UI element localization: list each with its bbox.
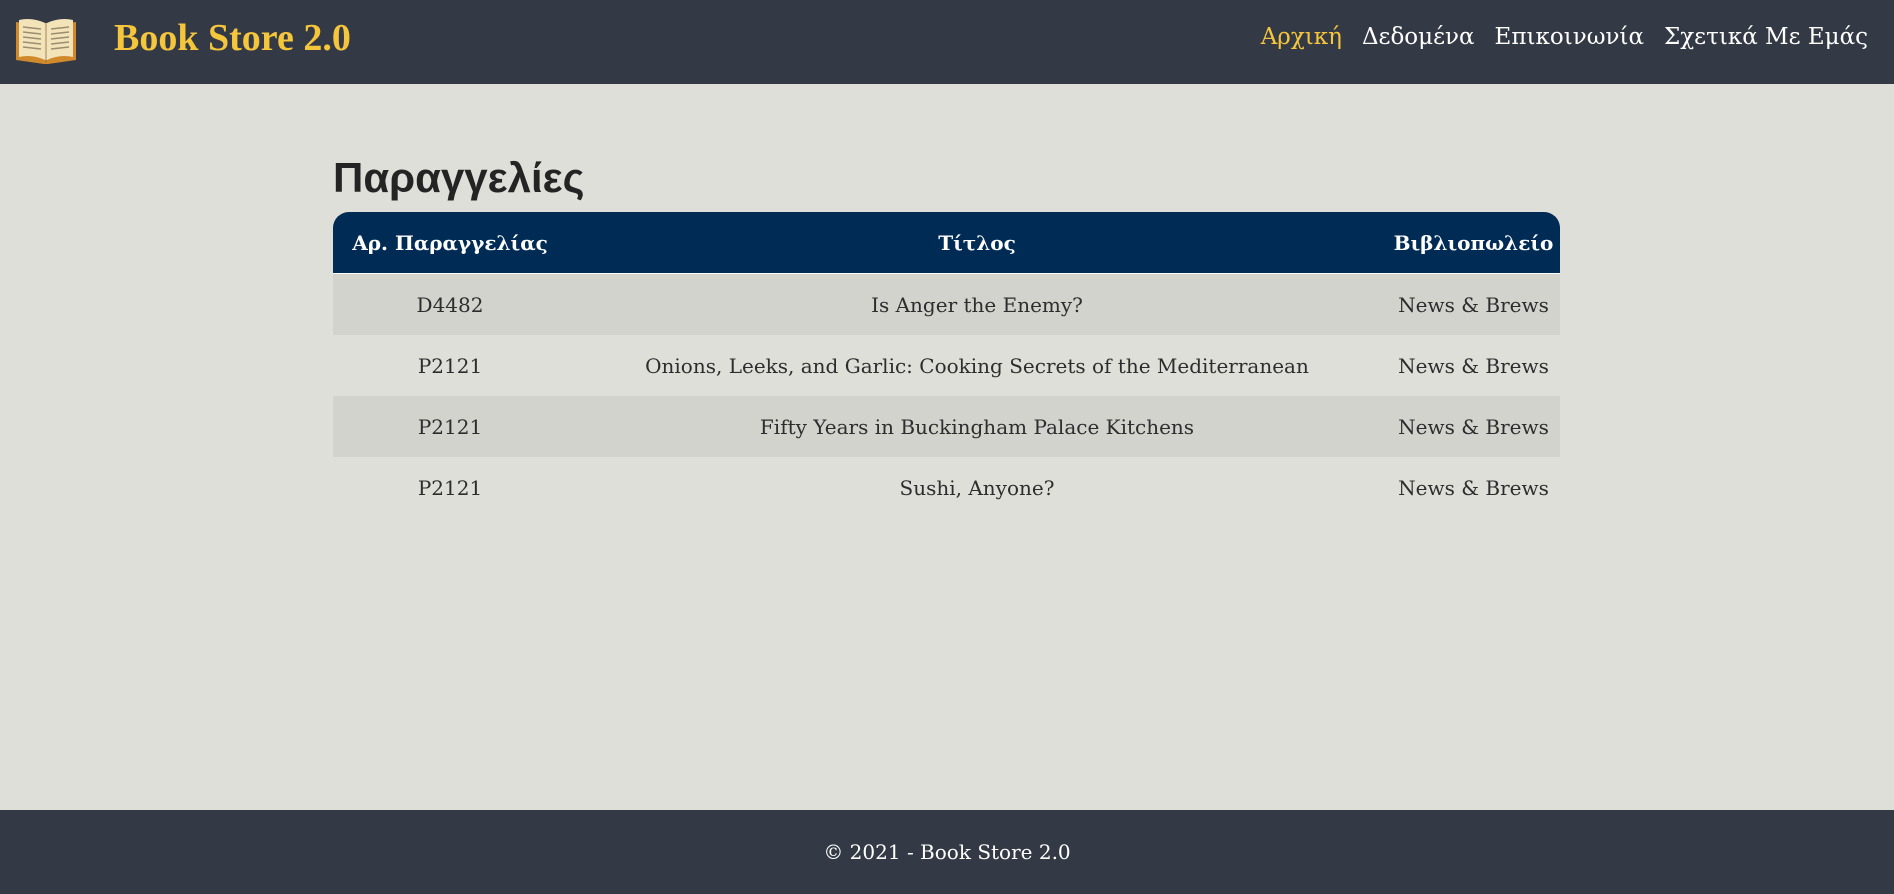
table-header-row: Αρ. Παραγγελίας Τίτλος Βιβλιοπωλείο <box>333 212 1560 274</box>
main-content: Παραγγελίες Αρ. Παραγγελίας Τίτλος Βιβλι… <box>333 150 1560 518</box>
orders-table: Αρ. Παραγγελίας Τίτλος Βιβλιοπωλείο D448… <box>333 212 1560 518</box>
book-title-cell: Onions, Leeks, and Garlic: Cooking Secre… <box>567 335 1387 396</box>
order-number-cell: P2121 <box>333 396 567 457</box>
table-row: P2121 Onions, Leeks, and Garlic: Cooking… <box>333 335 1560 396</box>
order-number-cell: D4482 <box>333 274 567 335</box>
footer: © 2021 - Book Store 2.0 <box>0 810 1894 894</box>
order-number-cell: P2121 <box>333 335 567 396</box>
bookstore-cell: News & Brews <box>1387 274 1560 335</box>
top-navbar: Book Store 2.0 Αρχική Δεδομένα Επικοινων… <box>0 0 1894 84</box>
nav-link-home[interactable]: Αρχική <box>1261 24 1342 50</box>
order-number-cell: P2121 <box>333 457 567 518</box>
table-row: P2121 Sushi, Anyone? News & Brews <box>333 457 1560 518</box>
nav-link-about[interactable]: Σχετικά Με Εμάς <box>1664 24 1868 50</box>
book-title-cell: Sushi, Anyone? <box>567 457 1387 518</box>
page-title: Παραγγελίες <box>333 154 585 201</box>
table-row: P2121 Fifty Years in Buckingham Palace K… <box>333 396 1560 457</box>
nav-link-data[interactable]: Δεδομένα <box>1362 24 1475 50</box>
bookstore-cell: News & Brews <box>1387 335 1560 396</box>
main-nav: Αρχική Δεδομένα Επικοινωνία Σχετικά Με Ε… <box>1261 24 1868 50</box>
table-row: D4482 Is Anger the Enemy? News & Brews <box>333 274 1560 335</box>
nav-link-contact[interactable]: Επικοινωνία <box>1495 24 1644 50</box>
open-book-icon[interactable] <box>14 14 78 66</box>
brand-title[interactable]: Book Store 2.0 <box>114 16 351 60</box>
book-title-cell: Is Anger the Enemy? <box>567 274 1387 335</box>
footer-copyright: © 2021 - Book Store 2.0 <box>823 840 1071 864</box>
column-header-title: Τίτλος <box>567 212 1387 274</box>
bookstore-cell: News & Brews <box>1387 457 1560 518</box>
bookstore-cell: News & Brews <box>1387 396 1560 457</box>
book-title-cell: Fifty Years in Buckingham Palace Kitchen… <box>567 396 1387 457</box>
column-header-bookstore: Βιβλιοπωλείο <box>1387 212 1560 274</box>
column-header-order-number: Αρ. Παραγγελίας <box>333 212 567 274</box>
